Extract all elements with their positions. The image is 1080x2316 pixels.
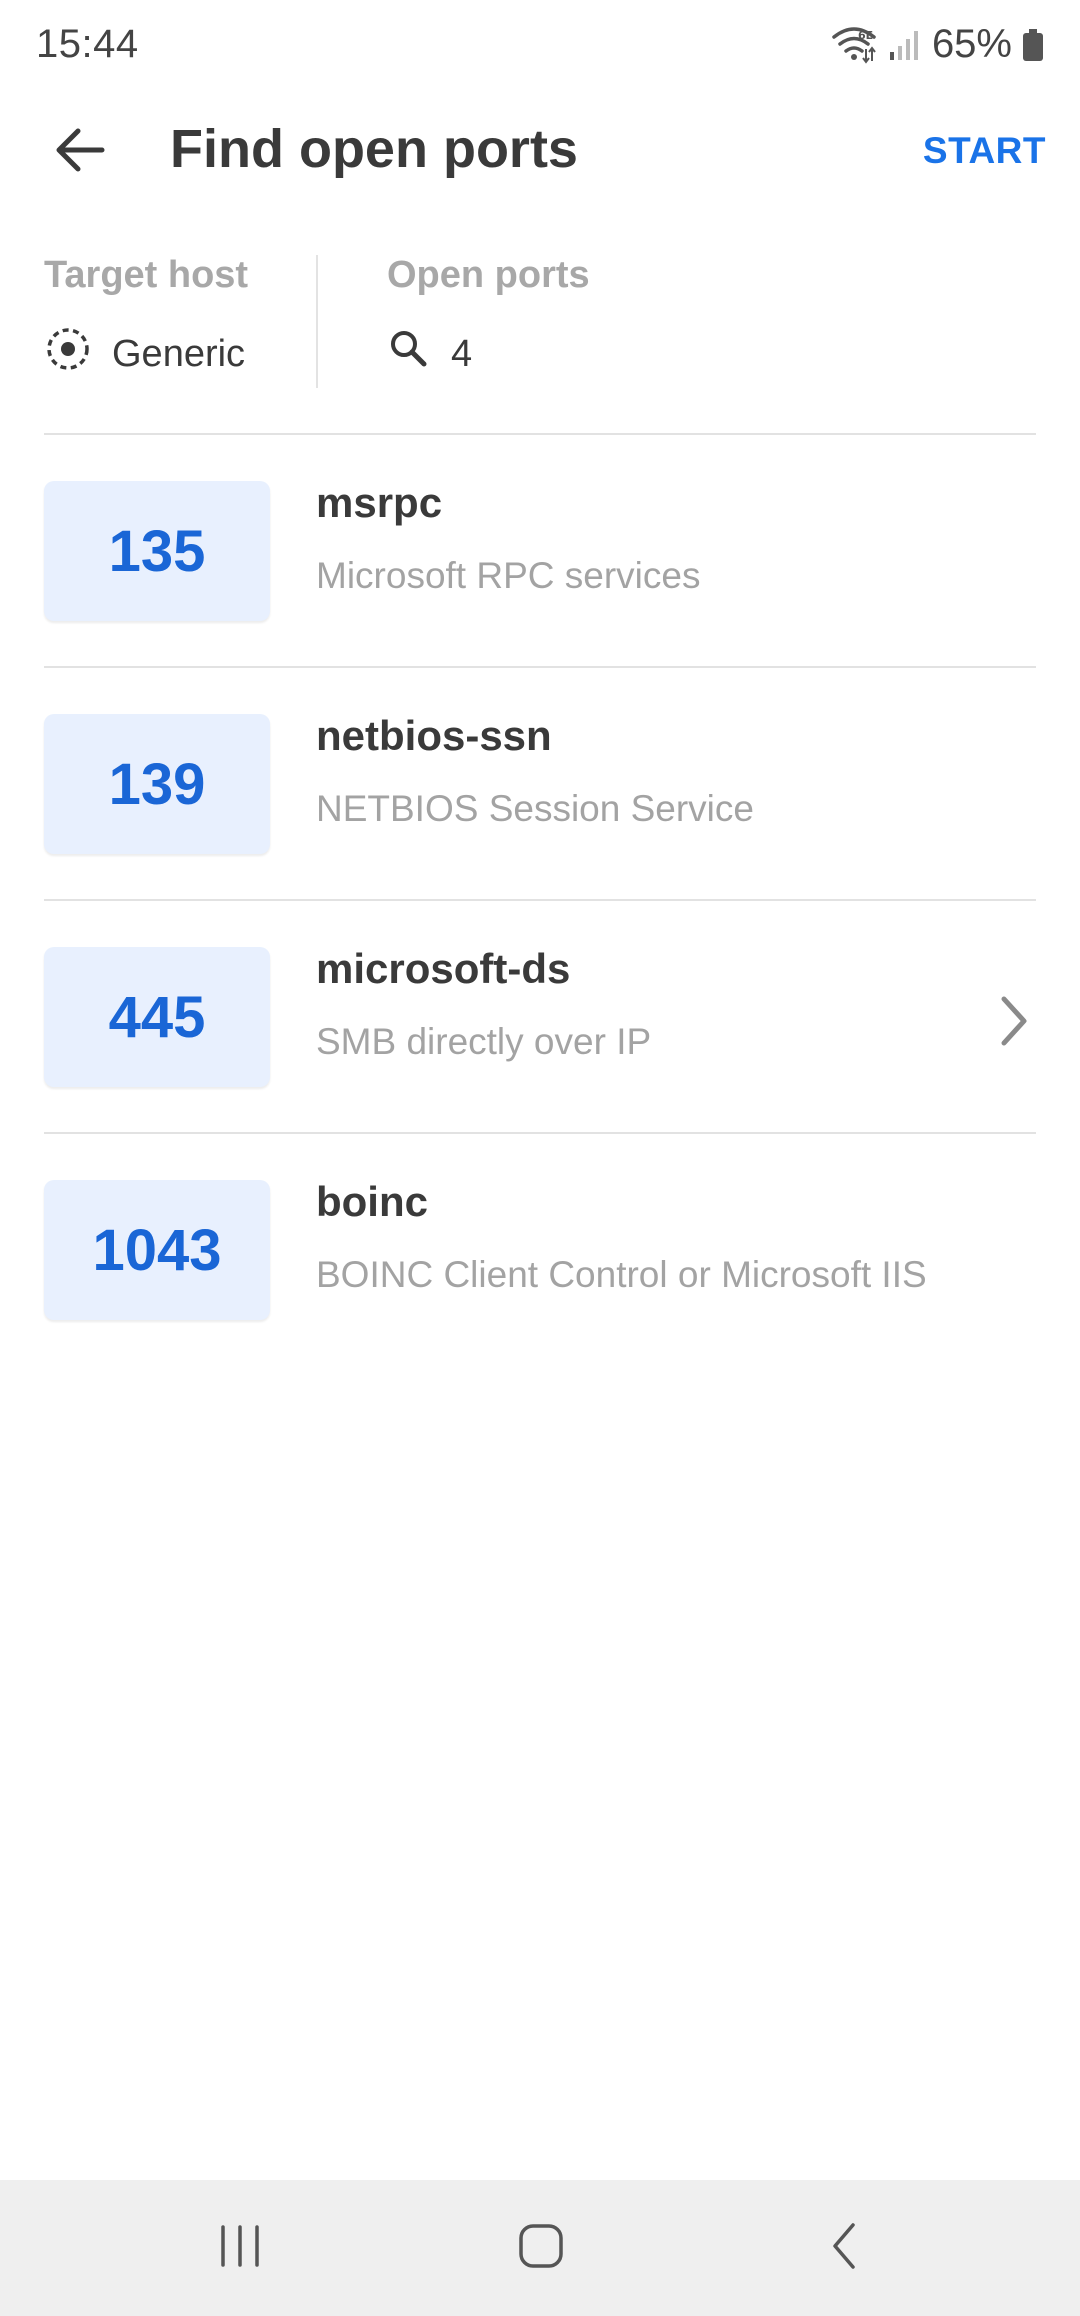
- system-nav-bar: [0, 2180, 1080, 2316]
- target-host-label: Target host: [44, 254, 249, 296]
- summary-divider: [316, 255, 318, 388]
- scan-summary: Target host Generic Open ports 4: [44, 250, 1036, 390]
- wifi-6e-icon: 6E: [830, 25, 878, 65]
- open-ports-count: 4: [451, 332, 473, 375]
- port-description: Microsoft RPC services: [316, 555, 701, 596]
- chevron-right-icon[interactable]: [994, 993, 1034, 1049]
- target-icon: [44, 325, 92, 383]
- port-description: SMB directly over IP: [316, 1021, 652, 1062]
- target-host-value-row: Generic: [44, 326, 314, 382]
- back-button[interactable]: [44, 116, 116, 188]
- recent-apps-button[interactable]: [205, 2216, 275, 2280]
- target-host-section[interactable]: Target host Generic: [44, 250, 314, 390]
- status-icons: 6E 65%: [830, 22, 1044, 67]
- port-description: NETBIOS Session Service: [316, 788, 754, 829]
- system-back-button[interactable]: [810, 2216, 880, 2280]
- home-button[interactable]: [506, 2216, 576, 2280]
- port-service-name: boinc: [316, 1178, 428, 1225]
- arrow-left-icon: [54, 127, 106, 178]
- open-ports-value-row: 4: [387, 326, 787, 382]
- port-service-name: microsoft-ds: [316, 945, 571, 992]
- port-row-1043[interactable]: 1043 boinc BOINC Client Control or Micro…: [44, 1134, 1036, 1364]
- start-button[interactable]: START: [923, 130, 1046, 172]
- svg-text:6E: 6E: [858, 29, 873, 42]
- back-icon: [825, 2221, 865, 2276]
- battery-percent: 65%: [931, 22, 1012, 66]
- page-title: Find open ports: [170, 119, 578, 179]
- signal-icon: [888, 28, 922, 62]
- battery-icon: [1022, 28, 1044, 62]
- home-icon: [516, 2221, 566, 2276]
- open-ports-section: Open ports 4: [387, 250, 787, 390]
- port-row-139[interactable]: 139 netbios-ssn NETBIOS Session Service: [44, 668, 1036, 898]
- port-service-name: msrpc: [316, 479, 443, 526]
- port-row-445[interactable]: 445 microsoft-ds SMB directly over IP: [44, 901, 1036, 1131]
- port-number: 135: [44, 481, 270, 621]
- port-number: 139: [44, 714, 270, 854]
- port-number: 445: [44, 947, 270, 1087]
- app-bar: Find open ports START: [0, 96, 1080, 206]
- screen: 15:44 6E 65% Find open ports START Targe…: [0, 0, 1080, 2316]
- status-bar: 15:44 6E 65%: [0, 0, 1080, 96]
- search-icon: [387, 327, 431, 381]
- port-description: BOINC Client Control or Microsoft IIS: [316, 1254, 927, 1295]
- open-ports-label: Open ports: [387, 254, 590, 296]
- port-number: 1043: [44, 1180, 270, 1320]
- target-host-value: Generic: [112, 332, 246, 375]
- status-time: 15:44: [36, 22, 139, 66]
- port-service-name: netbios-ssn: [316, 712, 552, 759]
- port-row-135[interactable]: 135 msrpc Microsoft RPC services: [44, 435, 1036, 665]
- recent-apps-icon: [215, 2223, 265, 2274]
